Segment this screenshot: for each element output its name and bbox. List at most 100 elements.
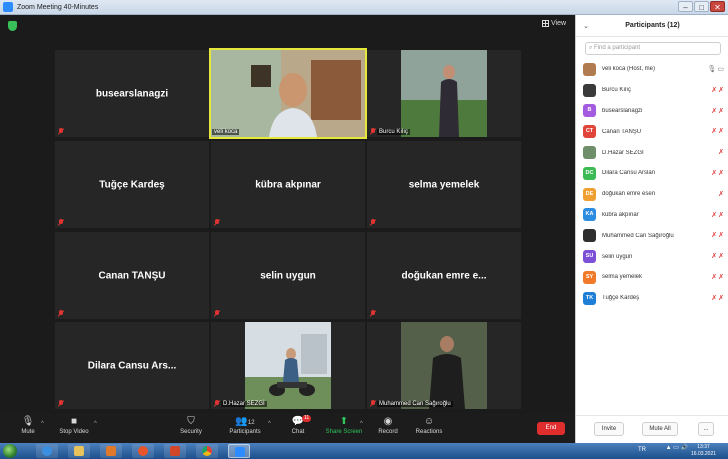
mic-muted-video-off-icons: ✗✗	[711, 107, 725, 115]
participant-caption: D.Hazar SEZGİ	[221, 401, 267, 407]
participant-name: veli koca (Host, me)	[602, 66, 656, 73]
video-tile[interactable]: Tuğçe Kardeş	[55, 141, 209, 228]
video-tile[interactable]: Canan TANŞU	[55, 232, 209, 319]
meeting-toolbar: 🎙 Mute ^ ■ Stop Video ^ ⛉ Security 👥12 P…	[0, 413, 575, 443]
participant-row[interactable]: B busearslanagzi ✗✗	[576, 101, 728, 122]
chat-button[interactable]: 💬 Chat	[274, 416, 322, 435]
mic-muted-icon	[370, 310, 376, 317]
windows-start-icon[interactable]	[3, 444, 17, 458]
video-tile[interactable]: busearslanagzi	[55, 50, 209, 137]
maximize-button[interactable]: □	[694, 1, 709, 12]
participant-search-input[interactable]: ⌕ Find a participant	[585, 42, 721, 55]
internet-explorer-icon	[42, 446, 52, 456]
end-meeting-button[interactable]: End	[537, 422, 565, 435]
encryption-shield-icon[interactable]	[8, 21, 17, 31]
avatar: KA	[583, 208, 596, 222]
input-language[interactable]: TR	[638, 447, 646, 453]
mic-muted-video-off-icons: ✗✗	[711, 294, 725, 302]
view-button[interactable]: View	[542, 20, 566, 27]
video-tile[interactable]: Muhammed Can Sağıroğlu	[367, 322, 521, 409]
mic-muted-icon	[370, 128, 376, 135]
participant-caption: veli koca	[212, 129, 240, 135]
taskbar-app-chrome[interactable]	[196, 444, 218, 458]
avatar: DE	[583, 187, 596, 201]
record-icon: ◉	[383, 416, 393, 427]
microphone-icon: 🎙	[21, 416, 35, 427]
participant-row[interactable]: DC Dilara Cansu Arslan ✗✗	[576, 163, 728, 184]
participant-caption: Muhammed Can Sağıroğlu	[377, 401, 453, 407]
window-title: Zoom Meeting 40-Minutes	[17, 3, 99, 11]
chat-label: Chat	[291, 429, 305, 435]
participant-row[interactable]: TK Tuğçe Kardeş ✗✗	[576, 288, 728, 309]
participants-caret-icon[interactable]: ^	[268, 421, 271, 427]
taskbar-app-explorer[interactable]	[68, 444, 90, 458]
video-tile[interactable]: Dilara Cansu Ars...	[55, 322, 209, 409]
invite-button[interactable]: Invite	[594, 422, 624, 436]
avatar	[583, 229, 596, 243]
video-tile[interactable]: selin uygun	[211, 232, 365, 319]
participants-icon: 👥12	[235, 416, 255, 427]
participant-row[interactable]: Muhammed Can Sağıroğlu ✗✗	[576, 225, 728, 246]
system-tray-icons[interactable]: ▲ ▭ 🔊	[666, 444, 688, 451]
participant-row[interactable]: D.Hazar SEZGİ ✗	[576, 142, 728, 163]
avatar: DC	[583, 166, 596, 180]
participant-row[interactable]: veli koca (Host, me) 🎙▭	[576, 59, 728, 80]
mic-muted-icon	[214, 400, 220, 407]
audio-options-caret-icon[interactable]: ^	[41, 421, 44, 427]
share-options-caret-icon[interactable]: ^	[360, 421, 363, 427]
participants-panel: ⌄ Participants (12) ⌕ Find a participant…	[575, 15, 728, 443]
close-window-button[interactable]: ✕	[710, 1, 725, 12]
participant-row[interactable]: KA kübra akpınar ✗✗	[576, 205, 728, 226]
mic-muted-icon	[58, 400, 64, 407]
mic-muted-video-off-icons: ✗✗	[711, 86, 725, 94]
participant-row[interactable]: SY selma yemelek ✗✗	[576, 267, 728, 288]
security-label: Security	[180, 429, 202, 435]
participant-name: doğukan emre e...	[401, 270, 487, 281]
video-tile[interactable]: Burcu Kılıç	[367, 50, 521, 137]
taskbar-app-firefox[interactable]	[132, 444, 154, 458]
video-tile[interactable]: doğukan emre e...	[367, 232, 521, 319]
stop-video-button[interactable]: ■ Stop Video	[50, 416, 98, 435]
more-options-button[interactable]: ...	[698, 422, 714, 436]
zoom-app-icon	[3, 2, 13, 12]
taskbar-app-zoom[interactable]	[228, 444, 250, 458]
mic-muted-video-off-icons: ✗✗	[711, 169, 725, 177]
shield-icon: ⛉	[187, 416, 195, 427]
security-button[interactable]: ⛉ Security	[167, 416, 215, 435]
participants-button[interactable]: 👥12 Participants	[221, 416, 269, 435]
stop-video-label: Stop Video	[59, 429, 89, 435]
participants-count: 12	[247, 420, 255, 426]
participant-row[interactable]: SU selin uygun ✗✗	[576, 246, 728, 267]
participant-name: selin uygun	[260, 270, 316, 281]
participant-row[interactable]: DE doğukan emre esen ✗	[576, 184, 728, 205]
reactions-button[interactable]: ☺ Reactions	[405, 416, 453, 435]
window-controls: – □ ✕	[678, 1, 725, 12]
video-feed	[367, 50, 521, 137]
avatar	[583, 62, 596, 76]
zoom-icon	[235, 447, 245, 457]
participant-row[interactable]: CT Canan TANŞU ✗✗	[576, 121, 728, 142]
avatar: CT	[583, 125, 596, 139]
mute-button[interactable]: 🎙 Mute	[4, 416, 52, 435]
video-tile-active-speaker[interactable]: veli koca	[209, 48, 367, 139]
participant-row[interactable]: Burcu Kılıç ✗✗	[576, 80, 728, 101]
share-screen-icon: ⬆	[339, 416, 349, 427]
mic-muted-video-off-icons: ✗✗	[711, 211, 725, 219]
taskbar-app-ie[interactable]	[36, 444, 58, 458]
grid-icon	[542, 20, 549, 27]
chevron-down-icon[interactable]: ⌄	[579, 22, 593, 30]
taskbar-clock[interactable]: 13:37 16.03.2021	[691, 444, 716, 458]
minimize-button[interactable]: –	[678, 1, 693, 12]
taskbar-app-powerpoint[interactable]	[164, 444, 186, 458]
video-options-caret-icon[interactable]: ^	[94, 421, 97, 427]
mic-muted-icon	[58, 219, 64, 226]
video-tile[interactable]: D.Hazar SEZGİ	[211, 322, 365, 409]
mic-muted-icon	[58, 310, 64, 317]
participant-name: doğukan emre esen	[602, 191, 656, 198]
panel-footer: Invite Mute All ...	[576, 415, 728, 443]
video-tile[interactable]: selma yemelek	[367, 141, 521, 228]
avatar: SY	[583, 270, 596, 284]
taskbar-app-media[interactable]	[100, 444, 122, 458]
mute-all-button[interactable]: Mute All	[642, 422, 678, 436]
video-tile[interactable]: kübra akpınar	[211, 141, 365, 228]
